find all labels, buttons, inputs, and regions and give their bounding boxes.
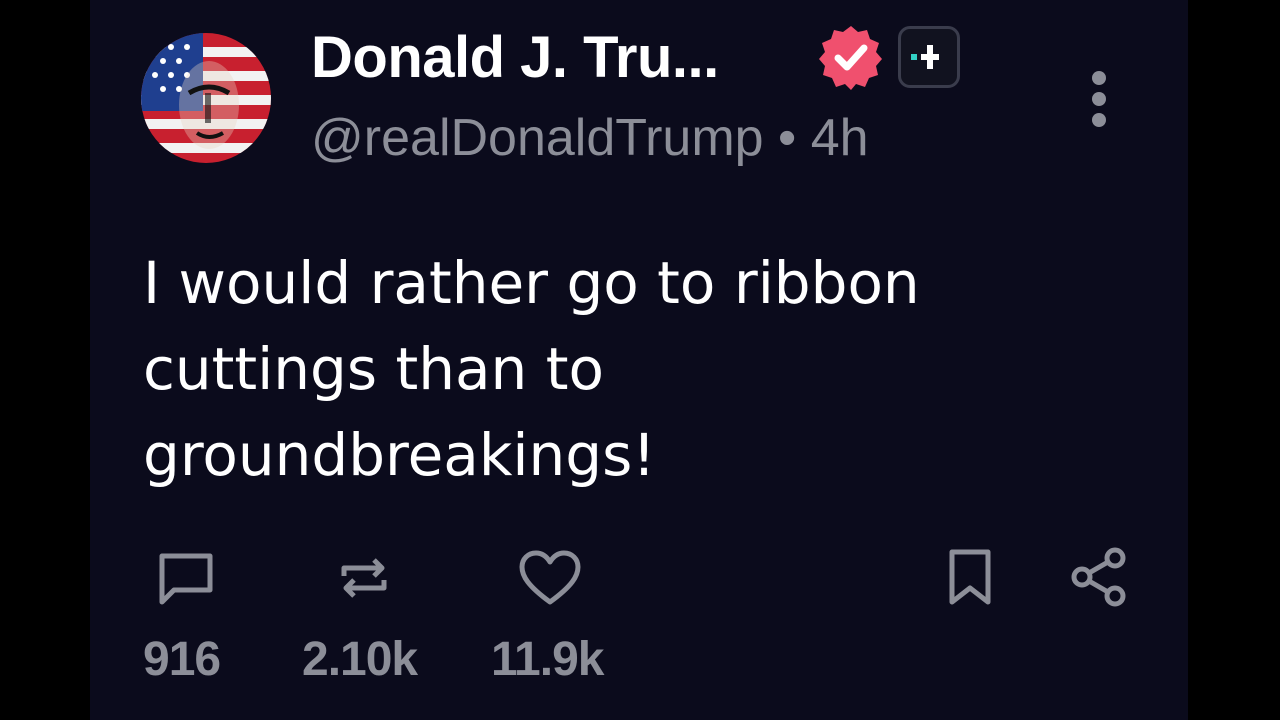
share-icon[interactable]	[1070, 546, 1128, 608]
repost-count: 2.10k	[302, 633, 418, 686]
bookmark-icon[interactable]	[946, 548, 994, 608]
like-count: 11.9k	[491, 633, 604, 686]
verified-badge-icon	[819, 26, 882, 90]
post-timestamp[interactable]: 4h	[811, 109, 869, 167]
reply-icon[interactable]	[156, 550, 216, 606]
plus-badge-icon[interactable]	[898, 26, 960, 88]
like-icon[interactable]	[518, 550, 582, 608]
author-handle-line: @realDonaldTrump • 4h	[311, 108, 869, 168]
avatar[interactable]	[141, 33, 271, 163]
separator-dot: •	[778, 109, 797, 167]
author-name[interactable]: Donald J. Tru...	[311, 24, 719, 91]
post-text: I would rather go to ribbon cuttings tha…	[143, 249, 920, 489]
more-options-icon[interactable]	[1084, 68, 1114, 130]
author-handle[interactable]: @realDonaldTrump	[311, 109, 764, 167]
repost-icon[interactable]	[336, 550, 392, 606]
reply-count: 916	[143, 633, 221, 686]
